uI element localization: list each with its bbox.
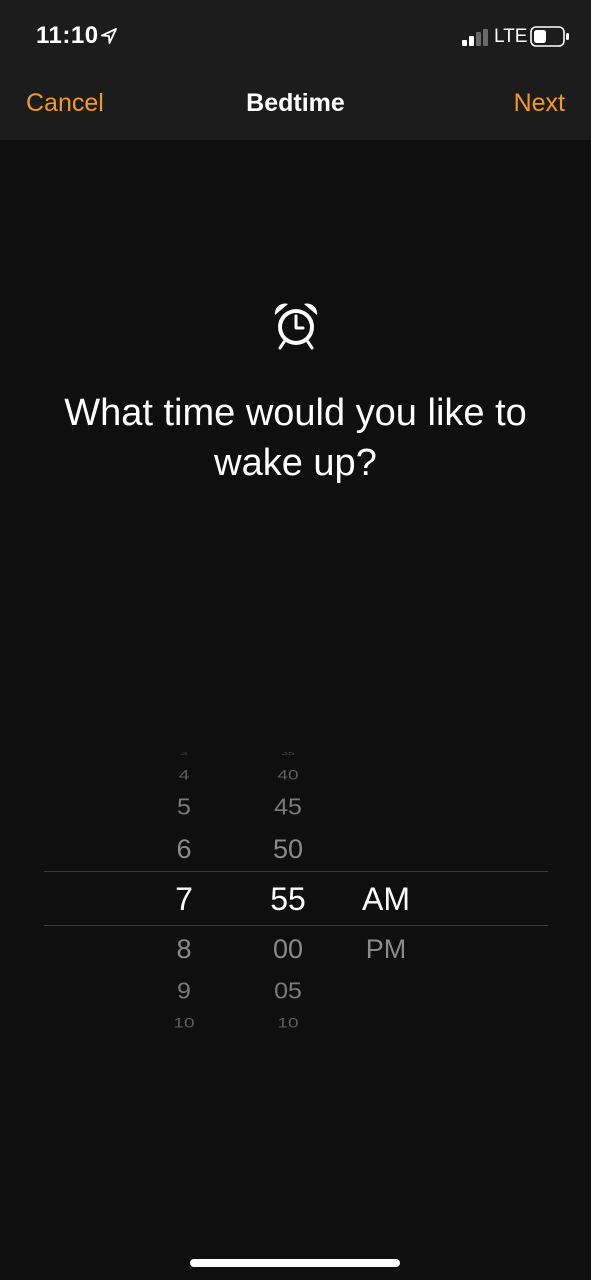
- battery-icon: [530, 26, 569, 47]
- picker-ampm-option[interactable]: PM: [326, 935, 446, 963]
- picker-hour-option[interactable]: 3: [124, 752, 244, 756]
- prompt-line-2: wake up?: [214, 442, 377, 484]
- picker-hour-option[interactable]: 9: [124, 979, 244, 1003]
- status-bar: 11:10 LTE: [0, 0, 591, 70]
- picker-hour-option[interactable]: 8: [124, 935, 244, 963]
- picker-minute-option[interactable]: 10: [228, 1016, 348, 1030]
- network-type: LTE: [494, 26, 528, 47]
- cellular-signal-icon: [462, 29, 488, 46]
- picker-minute-option[interactable]: 50: [228, 835, 348, 863]
- picker-hour-option[interactable]: 10: [124, 1016, 244, 1030]
- page-title: Bedtime: [246, 89, 345, 117]
- status-time: 11:10: [36, 22, 99, 49]
- picker-minute-option[interactable]: 40: [228, 768, 348, 782]
- location-arrow-icon: [101, 28, 117, 44]
- wake-up-prompt: What time would you like to wake up?: [0, 388, 591, 488]
- prompt-line-1: What time would you like to: [64, 392, 527, 434]
- picker-selection-bottom-line: [44, 925, 548, 926]
- picker-hour-option[interactable]: 6: [124, 835, 244, 863]
- alarm-clock-icon: [274, 303, 318, 350]
- navigation-bar: Cancel Bedtime Next: [0, 70, 591, 140]
- picker-hour-option[interactable]: 4: [124, 768, 244, 782]
- picker-hour-selected[interactable]: 7: [124, 883, 244, 915]
- wake-time-picker[interactable]: 73456891011553540455000051015AMPM: [44, 752, 548, 1042]
- picker-minute-option[interactable]: 05: [228, 979, 348, 1003]
- picker-ampm-selected[interactable]: AM: [326, 883, 446, 915]
- picker-minute-option[interactable]: 35: [228, 752, 348, 756]
- picker-minute-option[interactable]: 45: [228, 795, 348, 819]
- picker-hour-option[interactable]: 5: [124, 795, 244, 819]
- home-indicator[interactable]: [190, 1259, 400, 1267]
- picker-selection-top-line: [44, 871, 548, 872]
- next-button[interactable]: Next: [514, 89, 565, 118]
